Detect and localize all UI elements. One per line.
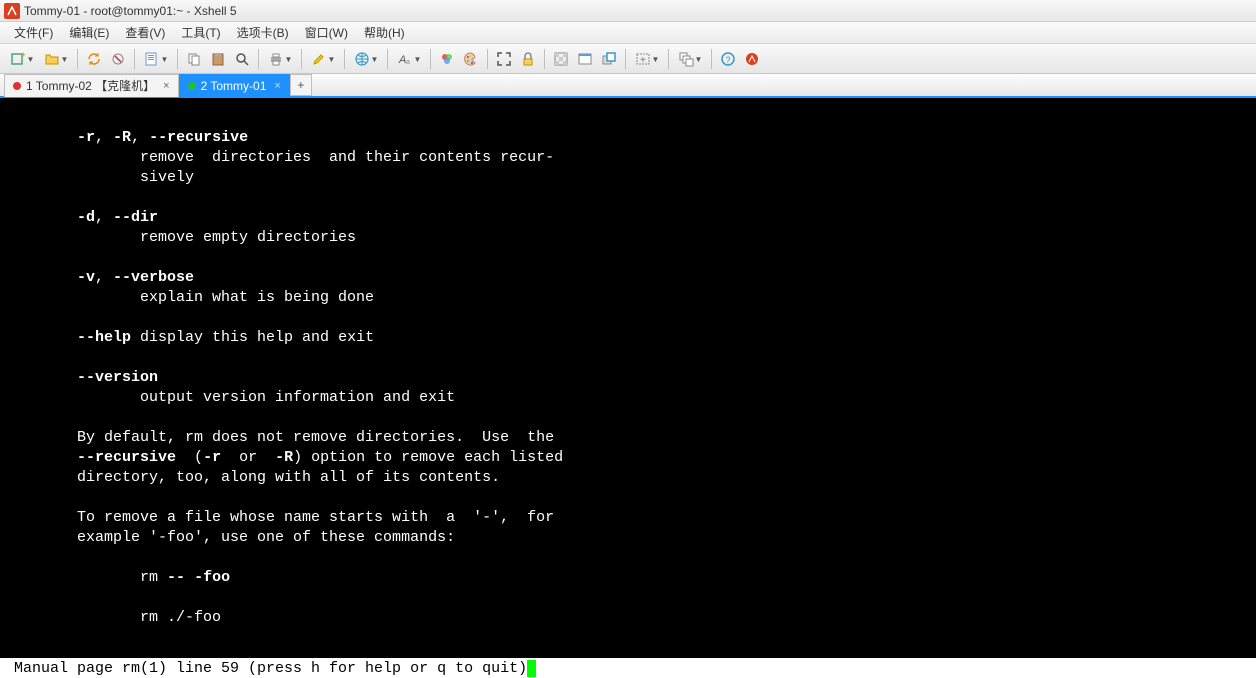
toolbar-separator xyxy=(387,49,388,69)
help-button[interactable]: ? xyxy=(717,48,739,70)
toolbar-separator xyxy=(344,49,345,69)
highlight-button[interactable]: ▼ xyxy=(307,48,339,70)
toolbar-separator xyxy=(430,49,431,69)
toolbar-separator xyxy=(487,49,488,69)
properties-button[interactable]: ▼ xyxy=(140,48,172,70)
dropdown-arrow-icon: ▼ xyxy=(61,55,69,64)
toolbar-separator xyxy=(544,49,545,69)
menu-3[interactable]: 工具(T) xyxy=(173,22,228,44)
toolbar-separator xyxy=(625,49,626,69)
status-dot-icon xyxy=(188,82,196,90)
menu-0[interactable]: 文件(F) xyxy=(6,22,61,44)
lock-button[interactable] xyxy=(517,48,539,70)
add-tab-button[interactable]: + xyxy=(290,74,312,96)
dropdown-arrow-icon: ▼ xyxy=(371,55,379,64)
toolbar-separator xyxy=(301,49,302,69)
fullscreen-button[interactable] xyxy=(493,48,515,70)
dropdown-arrow-icon: ▼ xyxy=(652,55,660,64)
dropdown-arrow-icon: ▼ xyxy=(695,55,703,64)
titlebar: Tommy-01 - root@tommy01:~ - Xshell 5 xyxy=(0,0,1256,22)
terminal-output[interactable]: -r, -R, --recursive remove directories a… xyxy=(0,98,1256,628)
toolbar-separator xyxy=(177,49,178,69)
svg-text:?: ? xyxy=(726,55,731,65)
session-tab-1[interactable]: 2 Tommy-01 × xyxy=(179,74,290,97)
dropdown-arrow-icon: ▼ xyxy=(414,55,422,64)
about-button[interactable] xyxy=(741,48,763,70)
close-icon[interactable]: × xyxy=(274,80,280,92)
dropdown-arrow-icon: ▼ xyxy=(161,55,169,64)
disconnect-button[interactable] xyxy=(107,48,129,70)
man-page-status: Manual page rm(1) line 59 (press h for h… xyxy=(0,658,1256,678)
web-button[interactable]: ▼ xyxy=(350,48,382,70)
status-dot-icon xyxy=(13,82,21,90)
print-button[interactable]: ▼ xyxy=(264,48,296,70)
add-button[interactable]: +▼ xyxy=(631,48,663,70)
palette-button[interactable] xyxy=(460,48,482,70)
tab-label: 2 Tommy-01 xyxy=(201,79,267,93)
svg-text:+: + xyxy=(640,55,646,66)
toolbar-separator xyxy=(668,49,669,69)
app-icon xyxy=(4,3,20,19)
menubar: 文件(F)编辑(E)查看(V)工具(T)选项卡(B)窗口(W)帮助(H) xyxy=(0,22,1256,44)
simple-button[interactable] xyxy=(574,48,596,70)
toolbar-separator xyxy=(258,49,259,69)
tabbar: 1 Tommy-02 【克隆机】 × 2 Tommy-01 × + xyxy=(0,74,1256,98)
cascade-button[interactable]: ▼ xyxy=(674,48,706,70)
new-session-button[interactable]: +▼ xyxy=(6,48,38,70)
toolbar-separator xyxy=(711,49,712,69)
reconnect-button[interactable] xyxy=(83,48,105,70)
dropdown-arrow-icon: ▼ xyxy=(27,55,35,64)
always-top-button[interactable] xyxy=(598,48,620,70)
menu-5[interactable]: 窗口(W) xyxy=(297,22,356,44)
dropdown-arrow-icon: ▼ xyxy=(285,55,293,64)
font-button[interactable]: Aa▼ xyxy=(393,48,425,70)
cursor xyxy=(527,660,536,677)
status-text: Manual page rm(1) line 59 (press h for h… xyxy=(14,660,527,677)
dropdown-arrow-icon: ▼ xyxy=(328,55,336,64)
toolbar-separator xyxy=(77,49,78,69)
menu-1[interactable]: 编辑(E) xyxy=(61,22,117,44)
menu-4[interactable]: 选项卡(B) xyxy=(229,22,297,44)
transparent-button[interactable] xyxy=(550,48,572,70)
session-tab-0[interactable]: 1 Tommy-02 【克隆机】 × xyxy=(4,74,179,97)
copy-button[interactable] xyxy=(183,48,205,70)
search-button[interactable] xyxy=(231,48,253,70)
svg-text:+: + xyxy=(21,51,26,59)
menu-2[interactable]: 查看(V) xyxy=(117,22,173,44)
paste-button[interactable] xyxy=(207,48,229,70)
close-icon[interactable]: × xyxy=(163,80,169,92)
toolbar-separator xyxy=(134,49,135,69)
tab-label: 1 Tommy-02 【克隆机】 xyxy=(26,77,155,94)
menu-6[interactable]: 帮助(H) xyxy=(356,22,413,44)
titlebar-text: Tommy-01 - root@tommy01:~ - Xshell 5 xyxy=(24,4,237,18)
open-button[interactable]: ▼ xyxy=(40,48,72,70)
toolbar: +▼▼▼▼▼▼Aa▼+▼▼? xyxy=(0,44,1256,74)
colors-button[interactable] xyxy=(436,48,458,70)
svg-text:a: a xyxy=(406,59,410,66)
